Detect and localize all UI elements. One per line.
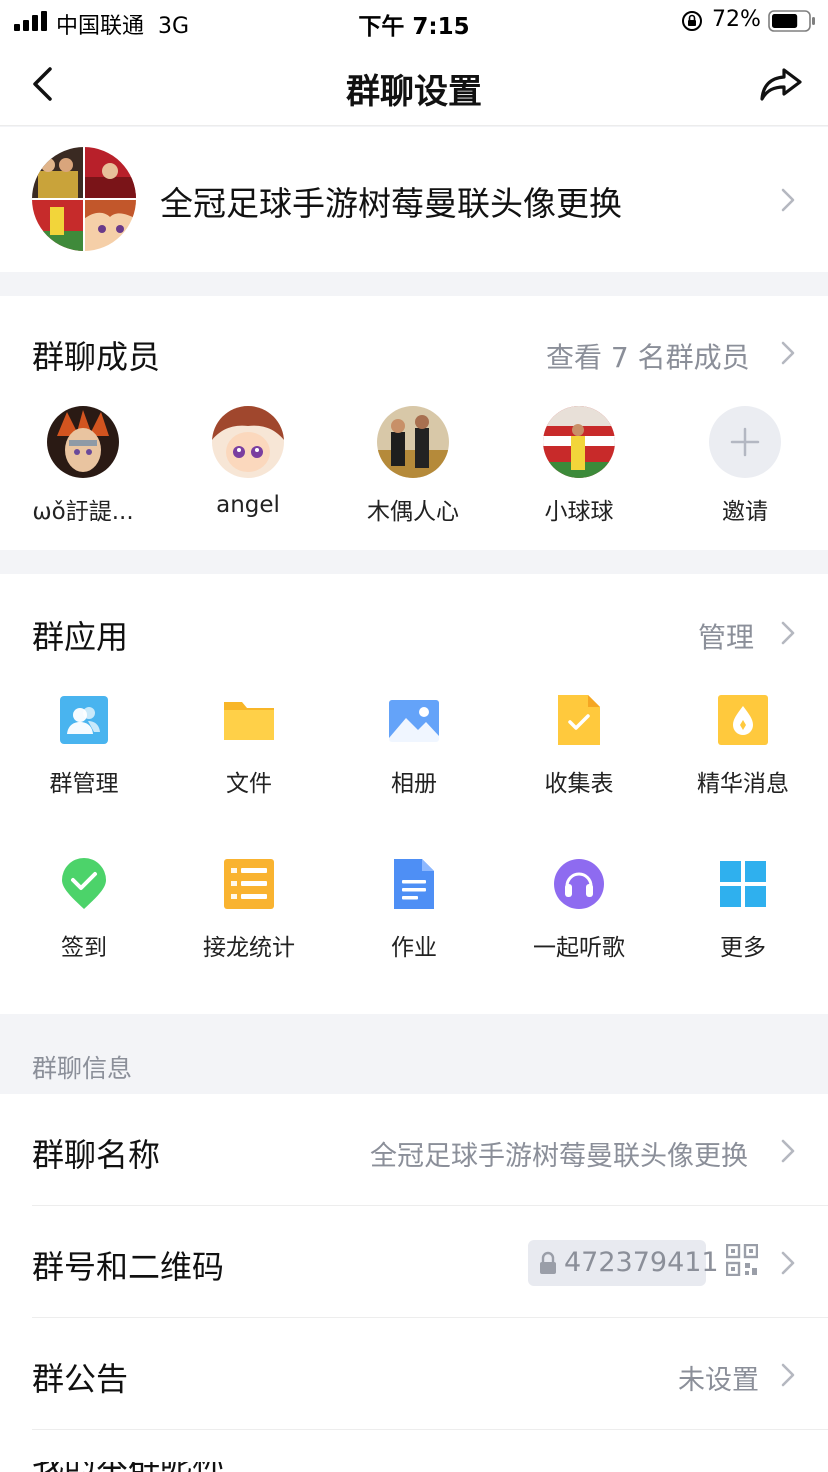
lock-icon xyxy=(540,1251,556,1274)
member-item[interactable]: 小球球 xyxy=(519,406,639,526)
avatar xyxy=(47,406,119,478)
avatar xyxy=(377,406,449,478)
chevron-right-icon xyxy=(781,1251,795,1275)
member-name: angel xyxy=(216,492,280,518)
app-check-in[interactable]: 签到 xyxy=(14,858,154,962)
chevron-right-icon xyxy=(781,621,795,645)
app-collection-form[interactable]: 收集表 xyxy=(509,694,649,798)
group-name-row[interactable]: 群聊名称 全冠足球手游树莓曼联头像更换 xyxy=(0,1094,828,1206)
app-essence-messages[interactable]: 精华消息 xyxy=(673,694,813,798)
homework-icon xyxy=(394,859,434,909)
member-item[interactable]: angel xyxy=(188,406,308,518)
chevron-right-icon xyxy=(781,341,795,365)
row-value: 未设置 xyxy=(678,1365,759,1396)
row-title: 群公告 xyxy=(32,1360,129,1398)
invite-label: 邀请 xyxy=(722,499,768,525)
battery-icon xyxy=(768,10,815,32)
battery-percent: 72% xyxy=(712,7,761,32)
avatar xyxy=(212,406,284,478)
member-item[interactable]: ωǒ訏諟... xyxy=(23,406,143,526)
app-label: 精华消息 xyxy=(697,771,789,797)
members-title: 群聊成员 xyxy=(32,338,161,376)
apps-title: 群应用 xyxy=(32,618,129,656)
relay-stats-icon xyxy=(224,859,274,909)
essence-icon xyxy=(718,695,768,745)
app-label: 收集表 xyxy=(544,771,614,797)
my-group-nickname-row[interactable]: 我的本群昵称 xyxy=(32,1462,262,1472)
member-name: ωǒ訏諟... xyxy=(32,499,134,525)
row-title: 群聊名称 xyxy=(32,1136,161,1174)
app-group-manage[interactable]: 群管理 xyxy=(14,694,154,798)
rotation-lock-icon xyxy=(682,11,702,31)
group-id-number: 472379411 xyxy=(564,1247,719,1278)
row-title: 群号和二维码 xyxy=(32,1248,225,1286)
app-listen-together[interactable]: 一起听歌 xyxy=(509,858,649,962)
group-info-list: 群聊名称 全冠足球手游树莓曼联头像更换 群号和二维码 472379411 群公告… xyxy=(0,1094,828,1472)
check-in-icon xyxy=(62,858,106,909)
status-bar: 中国联通 3G 下午 7:15 72% xyxy=(0,0,828,44)
qr-code-icon[interactable] xyxy=(726,1244,758,1276)
plus-icon xyxy=(709,406,781,478)
view-members-link[interactable]: 查看 7 名群成员 xyxy=(546,336,750,376)
app-label: 文件 xyxy=(226,771,272,797)
app-label: 群管理 xyxy=(49,771,119,797)
group-id-qr-row[interactable]: 群号和二维码 472379411 xyxy=(0,1206,828,1318)
share-icon[interactable] xyxy=(758,64,804,104)
group-avatar xyxy=(32,147,136,251)
members-section: 群聊成员 查看 7 名群成员 ωǒ訏諟... angel 木偶人心 小球球 邀请 xyxy=(0,296,828,550)
app-homework[interactable]: 作业 xyxy=(344,858,484,962)
more-grid-icon xyxy=(720,861,766,907)
app-label: 相册 xyxy=(391,771,437,797)
app-label: 一起听歌 xyxy=(533,935,625,961)
app-more[interactable]: 更多 xyxy=(673,858,813,962)
row-title: 我的本群昵称 xyxy=(32,1462,262,1472)
app-label: 更多 xyxy=(720,935,766,961)
collection-form-icon xyxy=(558,695,600,745)
row-value: 全冠足球手游树莓曼联头像更换 xyxy=(370,1141,748,1172)
app-label: 作业 xyxy=(391,935,437,961)
chevron-right-icon xyxy=(781,188,795,212)
album-icon xyxy=(389,700,439,742)
app-files[interactable]: 文件 xyxy=(179,694,319,798)
navigation-bar: 群聊设置 xyxy=(0,44,828,126)
divider xyxy=(32,1429,828,1430)
chevron-right-icon xyxy=(781,1139,795,1163)
group-manage-icon xyxy=(60,696,108,744)
app-album[interactable]: 相册 xyxy=(344,694,484,798)
group-info-label: 群聊信息 xyxy=(32,1054,133,1083)
listen-together-icon xyxy=(554,859,604,909)
folder-icon xyxy=(224,702,274,740)
app-label: 签到 xyxy=(61,935,107,961)
manage-apps-link[interactable]: 管理 xyxy=(698,616,754,656)
member-name: 木偶人心 xyxy=(367,499,459,525)
invite-button[interactable]: 邀请 xyxy=(685,406,805,526)
group-name: 全冠足球手游树莓曼联头像更换 xyxy=(160,184,622,223)
member-item[interactable]: 木偶人心 xyxy=(353,406,473,526)
app-label: 接龙统计 xyxy=(203,935,295,961)
page-title: 群聊设置 xyxy=(346,72,482,112)
group-profile-row[interactable]: 全冠足球手游树莓曼联头像更换 xyxy=(0,127,828,272)
member-name: 小球球 xyxy=(544,499,614,525)
avatar xyxy=(543,406,615,478)
chevron-right-icon xyxy=(781,1363,795,1387)
group-id-badge: 472379411 xyxy=(528,1240,719,1286)
app-relay-stats[interactable]: 接龙统计 xyxy=(179,858,319,962)
group-notice-row[interactable]: 群公告 未设置 xyxy=(0,1318,828,1430)
group-apps-section: 群应用 管理 群管理 文件 相册 收集表 精华消息 签到 接龙统计 作业 一起听… xyxy=(0,574,828,1014)
